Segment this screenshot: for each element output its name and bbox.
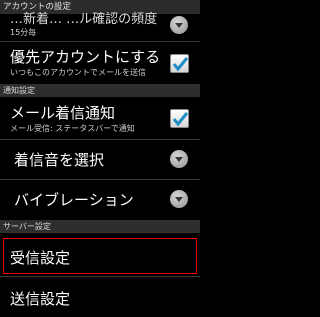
priority-account-title: 優先アカウントにする (10, 48, 161, 66)
priority-account-checkbox[interactable] (170, 54, 189, 73)
outgoing-settings-row[interactable]: 送信設定 (0, 277, 200, 317)
incoming-settings-row[interactable]: 受信設定 (0, 238, 200, 274)
vibration-title: バイブレーション (14, 191, 134, 209)
outgoing-settings-title: 送信設定 (10, 290, 71, 308)
chevron-down-icon (170, 150, 188, 168)
priority-account-summary: いつもこのアカウントでメールを送信 (10, 68, 146, 77)
ringtone-row[interactable]: 着信音を選択 (0, 140, 200, 179)
mail-notification-checkbox[interactable] (170, 109, 189, 128)
mail-notification-title: メール着信通知 (10, 104, 116, 122)
mail-notification-summary: メール受信: ステータスバーで通知 (10, 124, 135, 133)
vibration-row[interactable]: バイブレーション (0, 180, 200, 219)
chevron-down-icon (170, 190, 188, 208)
check-icon (172, 57, 189, 72)
chevron-down-icon (170, 16, 188, 34)
sync-frequency-summary: 15分毎 (10, 28, 37, 37)
incoming-settings-title: 受信設定 (10, 249, 71, 267)
sync-frequency-title: …新着… …ル確認の頻度 (10, 12, 158, 27)
priority-account-row[interactable]: 優先アカウントにする いつもこのアカウントでメールを送信 (0, 42, 200, 83)
section-notification: 通知設定 (0, 84, 200, 97)
sync-frequency-row[interactable]: …新着… …ル確認の頻度 15分毎 (0, 12, 200, 41)
ringtone-title: 着信音を選択 (14, 151, 105, 169)
section-server: サーバー設定 (0, 220, 200, 233)
check-icon (172, 112, 189, 127)
mail-notification-row[interactable]: メール着信通知 メール受信: ステータスバーで通知 (0, 97, 200, 139)
